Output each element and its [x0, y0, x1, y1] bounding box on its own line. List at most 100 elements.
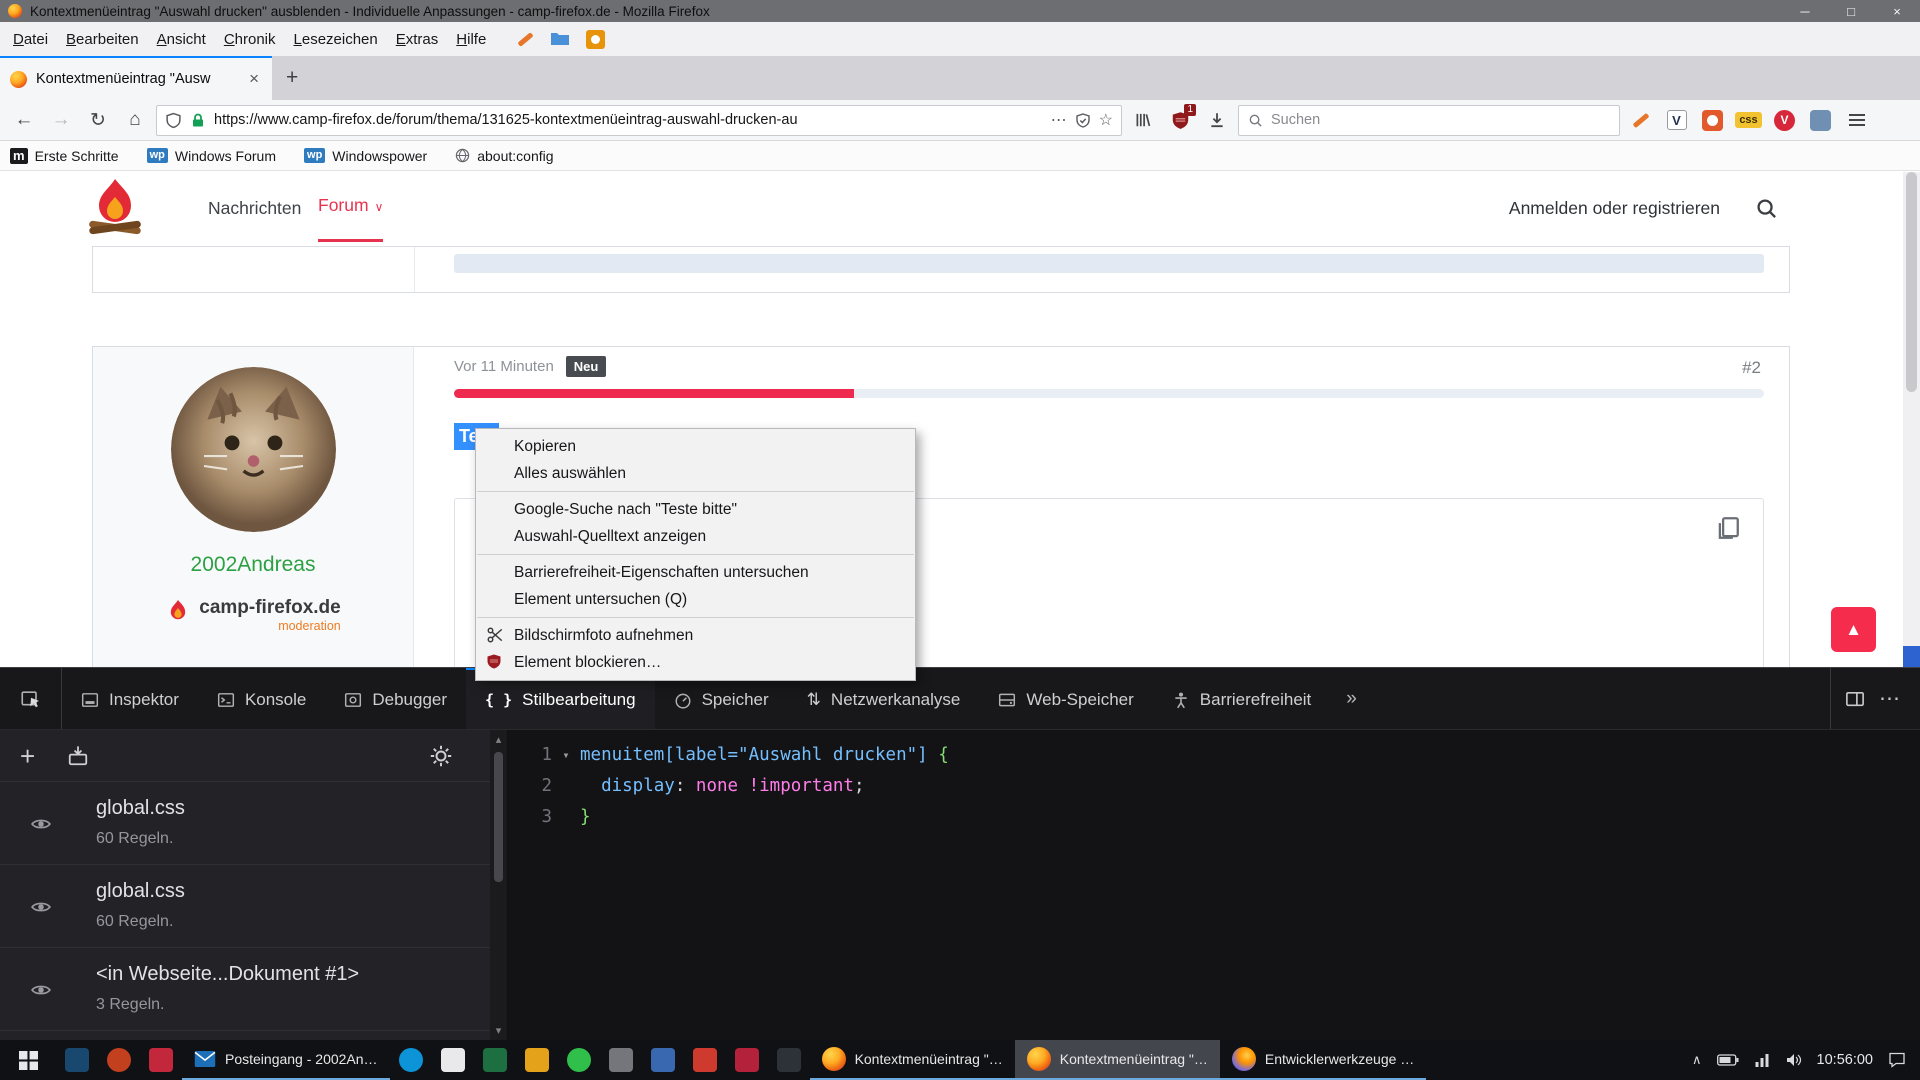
campfire-logo[interactable]	[86, 177, 144, 239]
sidebar-scrollbar[interactable]: ▴ ▾	[490, 730, 507, 1040]
menu-extras[interactable]: Extras	[387, 27, 448, 52]
tab-overflow-chevron[interactable]: »	[1330, 668, 1373, 729]
forward-button[interactable]: →	[45, 105, 77, 135]
hamburger-menu-icon[interactable]	[1841, 105, 1872, 136]
quicktext-extension-icon[interactable]	[586, 30, 605, 49]
start-button[interactable]	[0, 1040, 56, 1080]
folder-icon[interactable]	[550, 31, 570, 47]
taskbar-app-icon[interactable]	[684, 1040, 726, 1080]
scroll-to-top-button[interactable]: ▲	[1831, 607, 1876, 652]
avatar[interactable]	[171, 367, 336, 532]
menu-lesezeichen[interactable]: Lesezeichen	[285, 27, 387, 52]
ublock-origin-icon[interactable]: 1	[1164, 105, 1196, 136]
taskbar-app-icon[interactable]	[516, 1040, 558, 1080]
context-menu-element-blockieren[interactable]: Element blockieren…	[476, 649, 915, 676]
battery-icon[interactable]	[1717, 1054, 1739, 1066]
site-search-icon[interactable]	[1755, 197, 1778, 220]
site-nav-nachrichten[interactable]: Nachrichten	[208, 172, 301, 244]
signin-link[interactable]: Anmelden oder registrieren	[1509, 172, 1720, 244]
menu-ansicht[interactable]: Ansicht	[148, 27, 215, 52]
taskbar-app-icon[interactable]	[642, 1040, 684, 1080]
page-actions-icon[interactable]: ⋯	[1051, 110, 1067, 130]
scrollbar-thumb[interactable]	[494, 752, 503, 882]
taskbar-app-icon[interactable]	[768, 1040, 810, 1080]
taskbar-app-icon[interactable]	[432, 1040, 474, 1080]
tab-barrierefreiheit[interactable]: Barrierefreiheit	[1153, 668, 1331, 729]
eye-icon[interactable]	[30, 979, 52, 1001]
taskbar-app-icon[interactable]	[726, 1040, 768, 1080]
reload-button[interactable]: ↻	[82, 105, 114, 135]
back-button[interactable]: ←	[8, 105, 40, 135]
copy-icon[interactable]	[1715, 515, 1741, 541]
taskbar-app-icon[interactable]	[600, 1040, 642, 1080]
browser-tab-active[interactable]: Kontextmenüeintrag "Ausw ×	[0, 56, 272, 100]
url-text[interactable]: https://www.camp-firefox.de/forum/thema/…	[214, 112, 1043, 128]
taskbar-app-icon[interactable]	[140, 1040, 182, 1080]
taskbar-window-posteingang[interactable]: Posteingang - 2002An…	[182, 1040, 390, 1080]
page-scrollbar[interactable]	[1903, 172, 1920, 667]
blocker-hand-extension-icon[interactable]	[1697, 105, 1728, 136]
tab-konsole[interactable]: Konsole	[198, 668, 325, 729]
author-name[interactable]: 2002Andreas	[93, 553, 413, 577]
code-line-2[interactable]: 2 display: none !important;	[508, 771, 1920, 802]
taskbar-window-devtools[interactable]: Entwicklerwerkzeuge …	[1220, 1040, 1426, 1080]
code-line-3[interactable]: 3 }	[508, 802, 1920, 833]
new-stylesheet-button[interactable]: +	[20, 743, 35, 769]
scroll-up-icon[interactable]: ▴	[490, 733, 507, 746]
context-menu-kopieren[interactable]: Kopieren	[476, 433, 915, 460]
search-bar[interactable]	[1238, 105, 1620, 136]
eye-icon[interactable]	[30, 813, 52, 835]
menu-hilfe[interactable]: Hilfe	[447, 27, 495, 52]
home-button[interactable]: ⌂	[119, 105, 151, 135]
context-menu-element-untersuchen[interactable]: Element untersuchen (Q)	[476, 586, 915, 613]
context-menu-quelltext[interactable]: Auswahl-Quelltext anzeigen	[476, 523, 915, 550]
taskbar-app-icon[interactable]	[98, 1040, 140, 1080]
taskbar-window-firefox-2[interactable]: Kontextmenüeintrag "…	[1015, 1040, 1220, 1080]
pick-element-icon[interactable]	[0, 668, 62, 729]
tab-web-speicher[interactable]: Web-Speicher	[979, 668, 1152, 729]
bookmark-windows-forum[interactable]: wp Windows Forum	[147, 148, 276, 164]
maximize-button[interactable]: □	[1828, 0, 1874, 22]
lock-icon[interactable]	[190, 112, 206, 129]
tray-expand-icon[interactable]: ∧	[1692, 1052, 1702, 1068]
taskbar-clock[interactable]: 10:56:00	[1817, 1052, 1873, 1068]
tab-inspektor[interactable]: Inspektor	[62, 668, 198, 729]
stylesheet-item-3[interactable]: <in Webseite...Dokument #1> 3 Regeln.	[0, 948, 507, 1031]
css-editor[interactable]: 1 ▾ menuitem[label="Auswahl drucken"] { …	[508, 730, 1920, 1040]
scroll-down-icon[interactable]: ▾	[490, 1024, 507, 1037]
bookmark-star-icon[interactable]: ☆	[1099, 110, 1113, 130]
permissions-shield-icon[interactable]	[1075, 112, 1091, 129]
taskbar-app-icon[interactable]	[558, 1040, 600, 1080]
import-stylesheet-icon[interactable]	[67, 745, 89, 767]
taskbar-app-icon[interactable]	[474, 1040, 516, 1080]
highlighter-extension-icon[interactable]	[1625, 105, 1656, 136]
close-button[interactable]: ×	[1874, 0, 1920, 22]
context-menu-barrierefreiheit[interactable]: Barrierefreiheit-Eigenschaften untersuch…	[476, 559, 915, 586]
bookmark-erste-schritte[interactable]: m Erste Schritte	[10, 148, 119, 164]
taskbar-app-icon[interactable]	[56, 1040, 98, 1080]
action-center-icon[interactable]	[1888, 1052, 1906, 1068]
menu-datei[interactable]: Datei	[4, 27, 57, 52]
stylesheet-item-1[interactable]: global.css 60 Regeln.	[0, 782, 507, 865]
tab-debugger[interactable]: Debugger	[325, 668, 466, 729]
fold-arrow-icon[interactable]: ▾	[552, 740, 580, 771]
gear-icon[interactable]	[429, 744, 453, 768]
bookmark-about-config[interactable]: about:config	[455, 148, 553, 164]
minimize-button[interactable]: ─	[1782, 0, 1828, 22]
css-extension-icon[interactable]: css	[1733, 105, 1764, 136]
tracking-shield-icon[interactable]	[165, 112, 182, 129]
stylesheet-item-2[interactable]: global.css 60 Regeln.	[0, 865, 507, 948]
scrollbar-thumb[interactable]	[1906, 172, 1917, 392]
context-menu-google-suche[interactable]: Google-Suche nach "Teste bitte"	[476, 496, 915, 523]
tab-close-icon[interactable]: ×	[246, 69, 262, 89]
network-icon[interactable]	[1754, 1053, 1771, 1067]
context-menu-alles-auswaehlen[interactable]: Alles auswählen	[476, 460, 915, 487]
eye-icon[interactable]	[30, 896, 52, 918]
menu-chronik[interactable]: Chronik	[215, 27, 285, 52]
library-icon[interactable]	[1127, 105, 1159, 135]
post-timestamp[interactable]: Vor 11 Minuten	[454, 358, 554, 375]
post-number[interactable]: #2	[1742, 358, 1761, 378]
taskbar-window-firefox-1[interactable]: Kontextmenüeintrag "…	[810, 1040, 1015, 1080]
dock-split-icon[interactable]	[1845, 689, 1865, 709]
code-line-1[interactable]: 1 ▾ menuitem[label="Auswahl drucken"] {	[508, 740, 1920, 771]
